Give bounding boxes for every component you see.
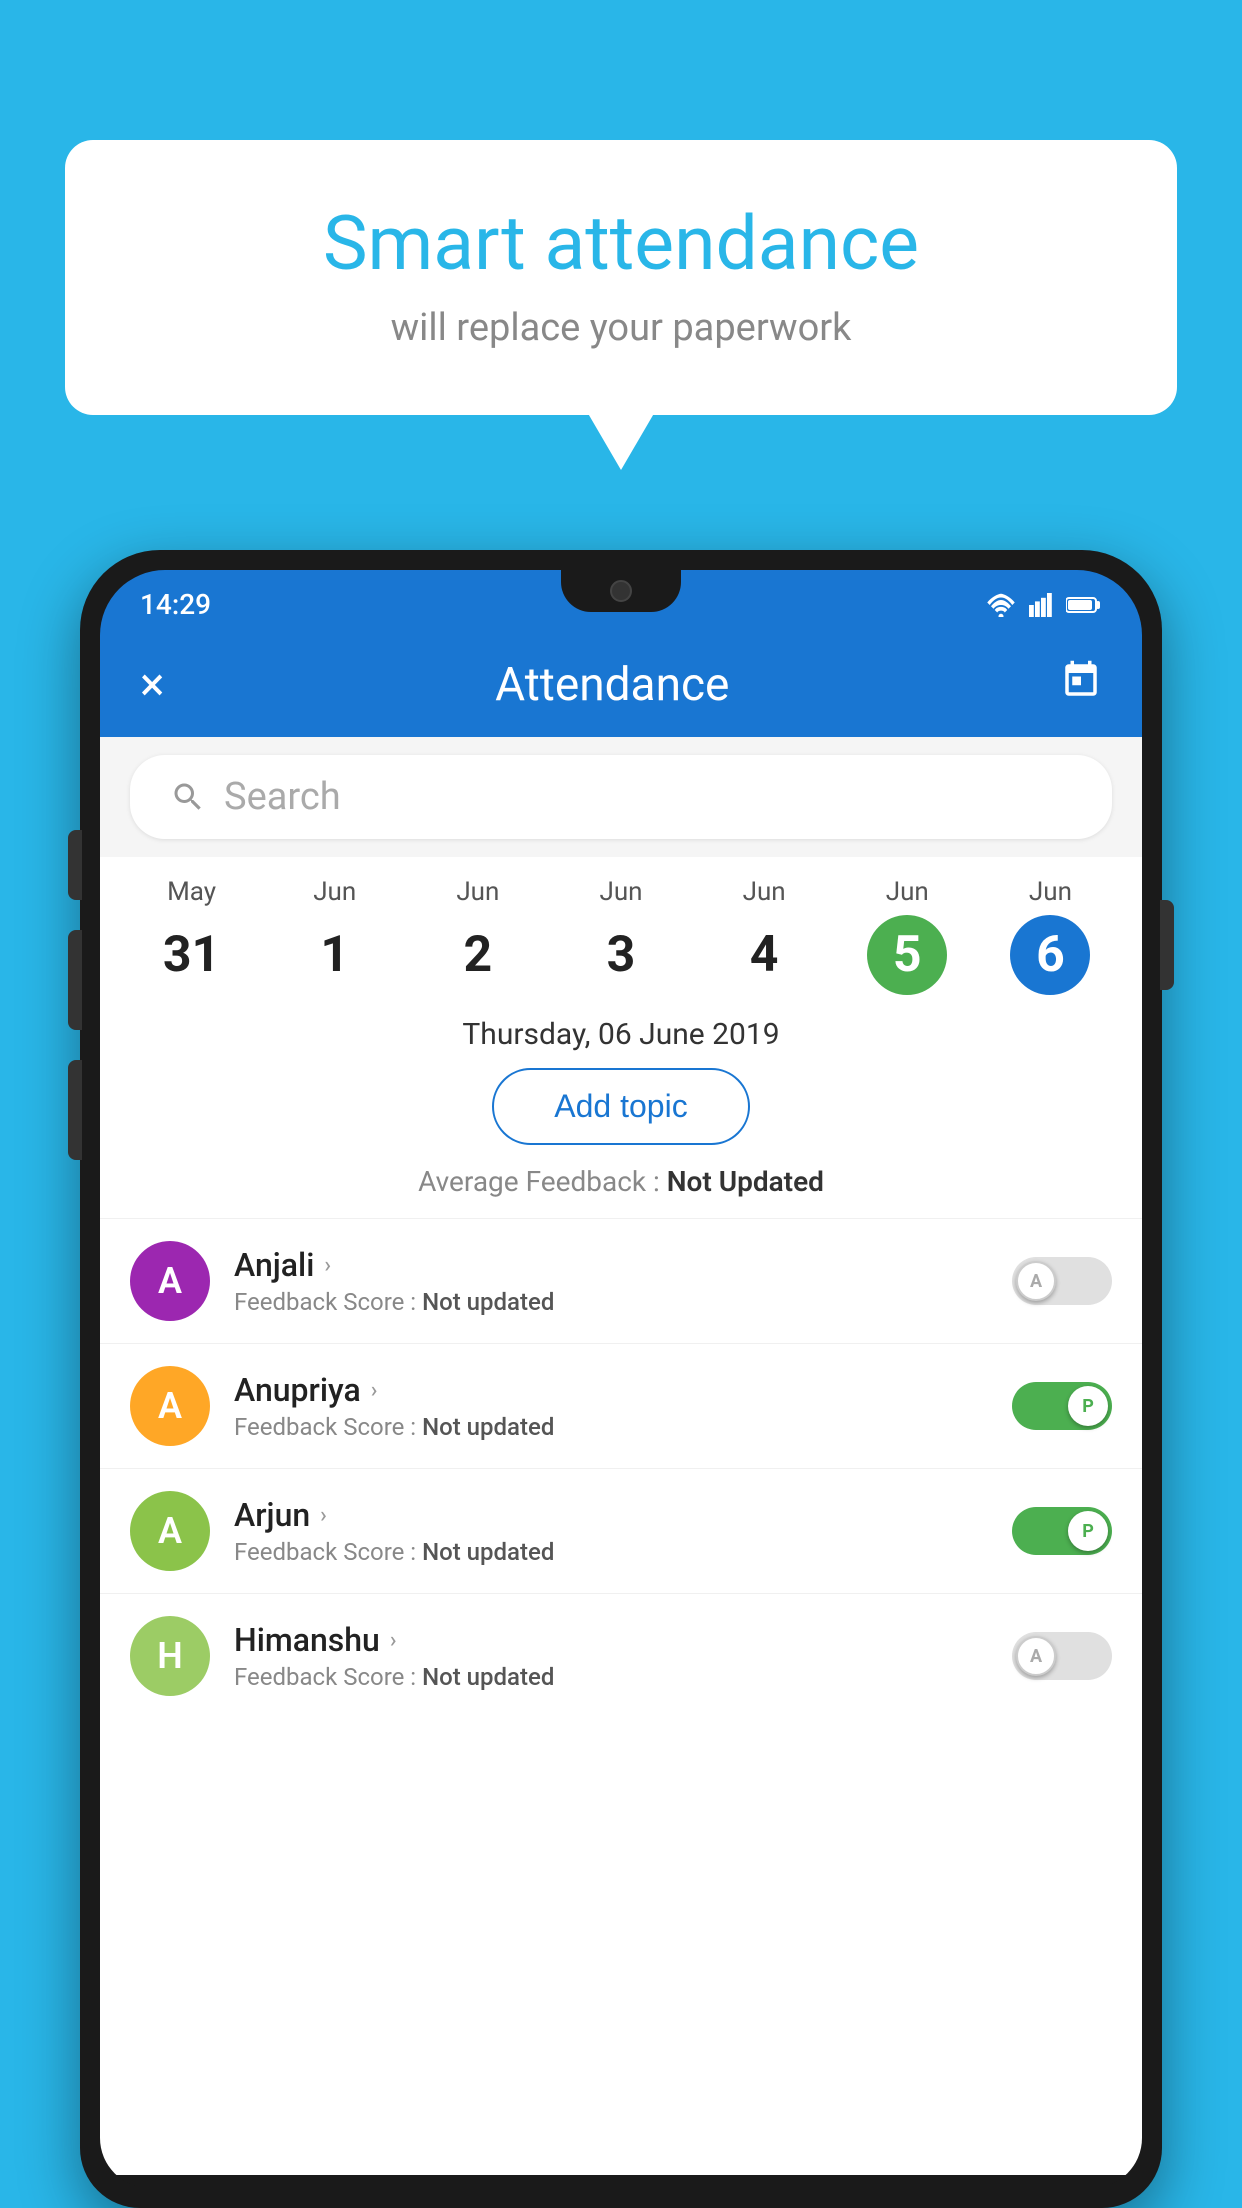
phone-frame: 14:29 bbox=[80, 550, 1162, 2208]
student-info-anjali: Anjali › Feedback Score : Not updated bbox=[234, 1246, 988, 1316]
attendance-toggle-anupriya[interactable]: P bbox=[1012, 1382, 1112, 1430]
attendance-toggle-himanshu[interactable]: A bbox=[1012, 1632, 1112, 1680]
student-item-arjun[interactable]: A Arjun › Feedback Score : Not updated P bbox=[100, 1468, 1142, 1593]
app-bar: × Attendance bbox=[100, 633, 1142, 737]
date-may-31[interactable]: May 31 bbox=[120, 877, 263, 995]
chevron-right-icon: › bbox=[390, 1628, 397, 1653]
status-time: 14:29 bbox=[140, 588, 211, 621]
screen-content: Search May 31 Jun 1 Jun 2 Jun bbox=[100, 737, 1142, 2175]
student-name-himanshu: Himanshu › bbox=[234, 1621, 988, 1659]
student-item-himanshu[interactable]: H Himanshu › Feedback Score : Not update… bbox=[100, 1593, 1142, 1718]
battery-icon bbox=[1066, 593, 1102, 617]
student-info-arjun: Arjun › Feedback Score : Not updated bbox=[234, 1496, 988, 1566]
assistant-button bbox=[68, 1060, 82, 1160]
phone-screen: 14:29 bbox=[100, 570, 1142, 2188]
avg-feedback: Average Feedback : Not Updated bbox=[100, 1165, 1142, 1218]
date-jun-5[interactable]: Jun 5 bbox=[836, 877, 979, 995]
status-icons bbox=[986, 593, 1102, 617]
power-button bbox=[1160, 900, 1174, 990]
selected-date-label: Thursday, 06 June 2019 bbox=[100, 1005, 1142, 1068]
date-jun-4[interactable]: Jun 4 bbox=[693, 877, 836, 995]
chevron-right-icon: › bbox=[371, 1378, 378, 1403]
volume-down-button bbox=[68, 930, 82, 1030]
avatar-arjun: A bbox=[130, 1491, 210, 1571]
chevron-right-icon: › bbox=[320, 1503, 327, 1528]
speech-bubble: Smart attendance will replace your paper… bbox=[65, 140, 1177, 415]
student-item-anupriya[interactable]: A Anupriya › Feedback Score : Not update… bbox=[100, 1343, 1142, 1468]
volume-up-button bbox=[68, 830, 82, 900]
speech-bubble-subtitle: will replace your paperwork bbox=[135, 306, 1107, 350]
front-camera bbox=[610, 580, 632, 602]
avatar-himanshu: H bbox=[130, 1616, 210, 1696]
avg-feedback-label: Average Feedback : bbox=[418, 1165, 667, 1198]
date-jun-6[interactable]: Jun 6 bbox=[979, 877, 1122, 995]
speech-bubble-title: Smart attendance bbox=[135, 200, 1107, 288]
avg-feedback-value: Not Updated bbox=[667, 1165, 824, 1198]
signal-icon bbox=[1028, 593, 1054, 617]
date-jun-2[interactable]: Jun 2 bbox=[406, 877, 549, 995]
chevron-right-icon: › bbox=[324, 1253, 331, 1278]
student-item-anjali[interactable]: A Anjali › Feedback Score : Not updated … bbox=[100, 1218, 1142, 1343]
search-bar-container: Search bbox=[100, 737, 1142, 857]
date-jun-3[interactable]: Jun 3 bbox=[549, 877, 692, 995]
student-feedback-arjun: Feedback Score : Not updated bbox=[234, 1538, 988, 1566]
date-jun-1[interactable]: Jun 1 bbox=[263, 877, 406, 995]
add-topic-button[interactable]: Add topic bbox=[492, 1068, 749, 1145]
student-name-anupriya: Anupriya › bbox=[234, 1371, 988, 1409]
close-button[interactable]: × bbox=[140, 658, 165, 712]
student-feedback-anjali: Feedback Score : Not updated bbox=[234, 1288, 988, 1316]
search-placeholder: Search bbox=[224, 775, 341, 819]
search-icon bbox=[170, 779, 206, 815]
speech-bubble-container: Smart attendance will replace your paper… bbox=[65, 140, 1177, 415]
student-info-himanshu: Himanshu › Feedback Score : Not updated bbox=[234, 1621, 988, 1691]
attendance-toggle-anjali[interactable]: A bbox=[1012, 1257, 1112, 1305]
calendar-icon[interactable] bbox=[1060, 659, 1102, 711]
notch bbox=[561, 570, 681, 612]
student-feedback-anupriya: Feedback Score : Not updated bbox=[234, 1413, 988, 1441]
student-list: A Anjali › Feedback Score : Not updated … bbox=[100, 1218, 1142, 1718]
app-bar-title: Attendance bbox=[495, 658, 729, 712]
avatar-anupriya: A bbox=[130, 1366, 210, 1446]
avatar-anjali: A bbox=[130, 1241, 210, 1321]
wifi-icon bbox=[986, 593, 1016, 617]
student-info-anupriya: Anupriya › Feedback Score : Not updated bbox=[234, 1371, 988, 1441]
attendance-toggle-arjun[interactable]: P bbox=[1012, 1507, 1112, 1555]
student-feedback-himanshu: Feedback Score : Not updated bbox=[234, 1663, 988, 1691]
date-strip: May 31 Jun 1 Jun 2 Jun 3 Jun 4 bbox=[100, 857, 1142, 1005]
student-name-arjun: Arjun › bbox=[234, 1496, 988, 1534]
search-input[interactable]: Search bbox=[130, 755, 1112, 839]
student-name-anjali: Anjali › bbox=[234, 1246, 988, 1284]
